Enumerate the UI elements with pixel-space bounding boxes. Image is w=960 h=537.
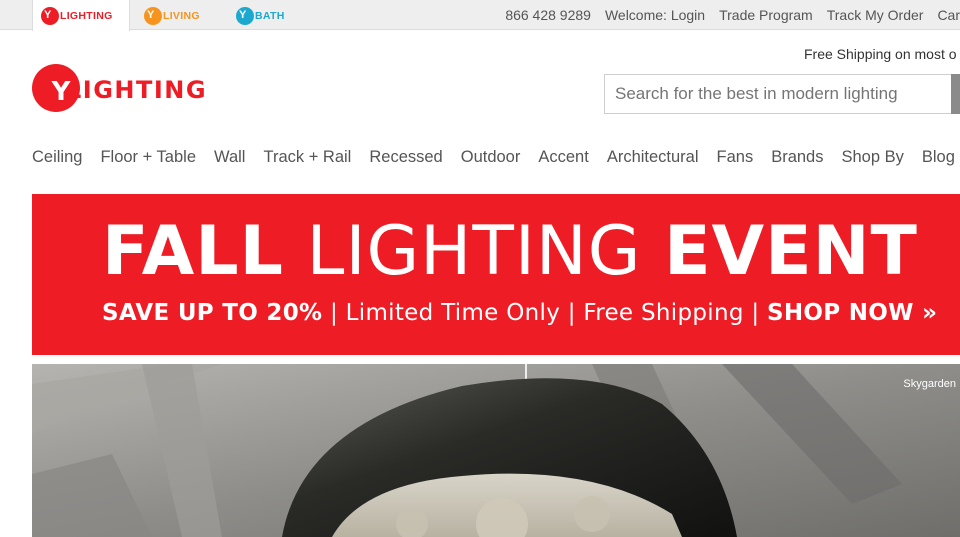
search-button[interactable] — [951, 74, 960, 114]
tab-ybath[interactable]: BATH — [228, 0, 298, 31]
search-box — [604, 74, 960, 114]
tab-yliving-label: LIVING — [163, 9, 200, 22]
banner-headline: FALL LIGHTING EVENT — [102, 212, 918, 292]
skygarden-pendant-photo — [32, 364, 960, 537]
tab-yliving[interactable]: LIVING — [136, 0, 220, 31]
nav-outdoor[interactable]: Outdoor — [461, 148, 521, 172]
ybath-logo-icon — [236, 6, 254, 25]
login-link[interactable]: Welcome: Login — [605, 7, 705, 23]
trade-program-link[interactable]: Trade Program — [719, 7, 813, 23]
banner-subline: SAVE UP TO 20% | Limited Time Only | Fre… — [102, 300, 937, 326]
yliving-logo-icon — [144, 6, 162, 25]
nav-blog[interactable]: Blog — [922, 148, 955, 172]
tab-ylighting[interactable]: LIGHTING — [32, 0, 130, 31]
site-logo[interactable]: Y LIGHTING — [32, 64, 207, 112]
save-up-to-text: SAVE UP TO 20% — [102, 300, 323, 326]
ylighting-logo-icon — [41, 6, 59, 25]
nav-recessed[interactable]: Recessed — [369, 148, 442, 172]
top-bar: LIGHTING LIVING BATH 866 428 9289 Welcom… — [0, 0, 960, 31]
nav-architectural[interactable]: Architectural — [607, 148, 699, 172]
search-input[interactable] — [605, 75, 951, 113]
tab-ybath-label: BATH — [255, 9, 285, 22]
main-nav: Ceiling Floor + Table Wall Track + Rail … — [32, 148, 960, 172]
nav-shop-by[interactable]: Shop By — [841, 148, 903, 172]
nav-accent[interactable]: Accent — [538, 148, 588, 172]
fall-lighting-event-banner[interactable]: FALL LIGHTING EVENT SAVE UP TO 20% | Lim… — [32, 194, 960, 355]
cart-link[interactable]: Car — [937, 7, 960, 23]
nav-brands[interactable]: Brands — [771, 148, 823, 172]
utility-links: 866 428 9289 Welcome: Login Trade Progra… — [491, 0, 960, 30]
hero-caption: Skygarden — [903, 378, 956, 390]
hero-image[interactable]: Skygarden — [32, 364, 960, 537]
nav-ceiling[interactable]: Ceiling — [32, 148, 82, 172]
headline-lighting: LIGHTING — [283, 212, 665, 291]
svg-text:Y: Y — [51, 77, 72, 107]
free-shipping-notice[interactable]: Free Shipping on most o — [804, 46, 957, 62]
shop-now-link[interactable]: SHOP NOW » — [767, 300, 937, 326]
nav-wall[interactable]: Wall — [214, 148, 245, 172]
logo-circle-icon: Y — [32, 64, 80, 112]
track-order-link[interactable]: Track My Order — [827, 7, 924, 23]
phone-number[interactable]: 866 428 9289 — [505, 7, 591, 23]
logo-text: LIGHTING — [66, 76, 208, 104]
headline-fall: FALL — [102, 212, 284, 291]
tab-ylighting-label: LIGHTING — [60, 9, 113, 22]
nav-fans[interactable]: Fans — [717, 148, 754, 172]
banner-details-text: | Limited Time Only | Free Shipping | — [322, 300, 767, 326]
headline-event: EVENT — [664, 212, 918, 291]
nav-floor-table[interactable]: Floor + Table — [100, 148, 196, 172]
nav-track-rail[interactable]: Track + Rail — [263, 148, 351, 172]
